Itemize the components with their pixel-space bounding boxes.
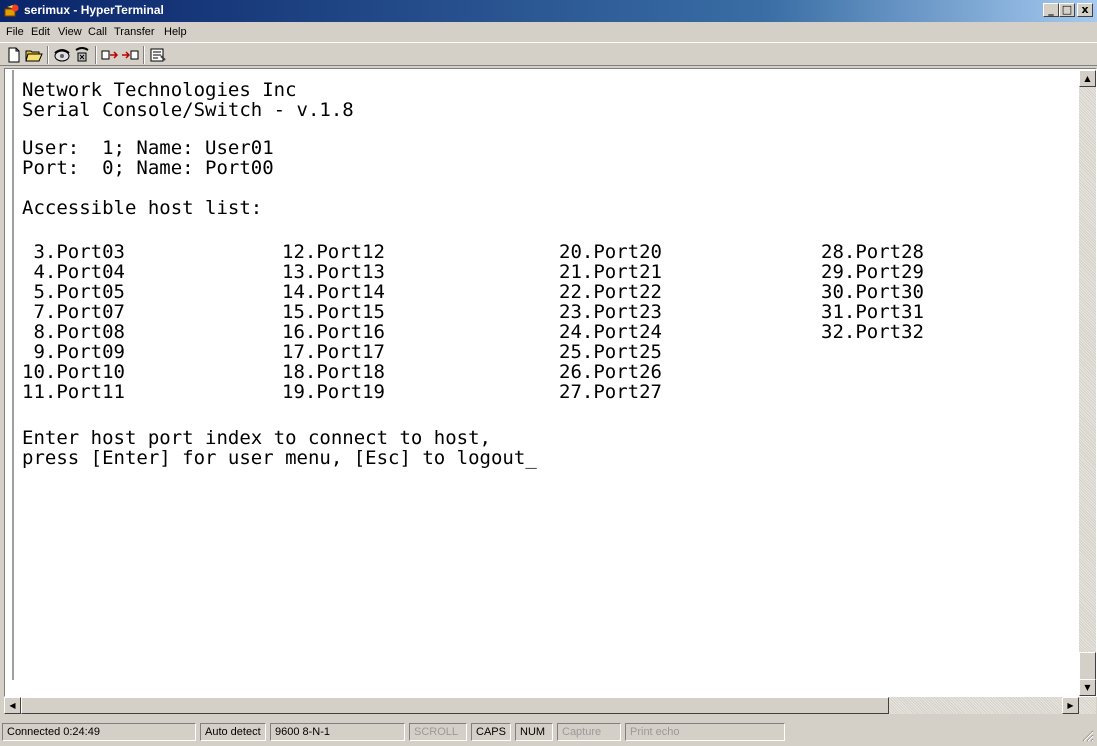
menu-edit[interactable]: Edit [31,26,50,38]
host-port-entry: 24.Port24 [559,321,662,343]
host-port-entry: 18.Port18 [282,361,385,383]
title-bar[interactable]: serimux - HyperTerminal _ □ x [0,0,1097,22]
detect-status: Auto detect [200,723,266,741]
hyperterminal-window: serimux - HyperTerminal _ □ x File Edit … [0,0,1097,746]
host-port-entry: 21.Port21 [559,261,662,283]
maximize-button[interactable]: □ [1059,3,1075,17]
print-echo-status: Print echo [625,723,785,741]
host-port-entry: 17.Port17 [282,341,385,363]
host-port-entry: 13.Port13 [282,261,385,283]
host-port-entry: 14.Port14 [282,281,385,303]
host-port-entry: 12.Port12 [282,241,385,263]
host-port-entry: 30.Port30 [821,281,924,303]
terminal-line: Serial Console/Switch - v.1.8 [22,99,354,121]
host-port-entry: 27.Port27 [559,381,662,403]
menu-file[interactable]: File [6,26,24,38]
menu-transfer[interactable]: Transfer [114,26,155,38]
toolbar-separator [95,46,97,64]
host-port-entry: 9.Port09 [22,341,125,363]
window-title: serimux - HyperTerminal [24,3,164,17]
caps-status: CAPS [471,723,511,741]
hyperterminal-app-icon[interactable] [4,3,20,19]
terminal-line: Network Technologies Inc [22,79,297,101]
toolbar-separator [143,46,145,64]
toolbar-separator [47,46,49,64]
host-port-entry: 7.Port07 [22,301,125,323]
send-icon[interactable] [100,46,120,64]
close-button[interactable]: x [1077,3,1093,17]
disconnect-icon[interactable] [72,46,92,64]
phone-icon[interactable] [52,46,72,64]
host-port-entry: 15.Port15 [282,301,385,323]
menu-view[interactable]: View [58,26,82,38]
host-port-entry: 8.Port08 [22,321,125,343]
scroll-up-button[interactable]: ▲ [1079,70,1096,87]
connection-status: Connected 0:24:49 [2,723,196,741]
open-icon[interactable] [24,46,44,64]
scroll-right-button[interactable]: ▶ [1062,697,1079,714]
new-connection-icon[interactable] [4,46,24,64]
horizontal-scroll-thumb[interactable] [21,697,889,714]
minimize-button[interactable]: _ [1043,3,1059,17]
host-port-entry: 22.Port22 [559,281,662,303]
host-port-entry: 11.Port11 [22,381,125,403]
vertical-scroll-thumb[interactable] [1079,652,1096,680]
terminal-screen[interactable]: Network Technologies Inc Serial Console/… [12,70,1079,680]
port-settings-status: 9600 8-N-1 [270,723,405,741]
host-port-entry: 5.Port05 [22,281,125,303]
terminal-line: Port: 0; Name: Port00 [22,157,274,179]
host-port-entry: 20.Port20 [559,241,662,263]
horizontal-scrollbar[interactable]: ◀ ▶ [4,697,1096,714]
scroll-down-button[interactable]: ▼ [1079,679,1096,696]
host-port-entry: 19.Port19 [282,381,385,403]
scroll-left-button[interactable]: ◀ [4,697,21,714]
prompt-line: press [Enter] for user menu, [Esc] to lo… [22,447,537,469]
host-port-entry: 25.Port25 [559,341,662,363]
host-port-entry: 16.Port16 [282,321,385,343]
host-port-entry: 32.Port32 [821,321,924,343]
vertical-scrollbar[interactable]: ▲ ▼ [1079,70,1096,696]
toolbar [0,42,1097,66]
host-port-entry: 10.Port10 [22,361,125,383]
properties-icon[interactable] [148,46,168,64]
capture-status: Capture [557,723,621,741]
prompt-line: Enter host port index to connect to host… [22,427,491,449]
scroll-status: SCROLL [409,723,467,741]
receive-icon[interactable] [120,46,140,64]
terminal-line: Accessible host list: [22,197,263,219]
host-port-entry: 23.Port23 [559,301,662,323]
menu-bar: File Edit View Call Transfer Help [0,22,1097,42]
host-port-entry: 28.Port28 [821,241,924,263]
host-port-entry: 26.Port26 [559,361,662,383]
resize-grip-icon[interactable] [1080,728,1094,742]
status-bar: Connected 0:24:49 Auto detect 9600 8-N-1… [0,720,1097,744]
host-port-entry: 29.Port29 [821,261,924,283]
menu-help[interactable]: Help [164,26,187,38]
num-status: NUM [515,723,553,741]
host-port-entry: 3.Port03 [22,241,125,263]
menu-call[interactable]: Call [88,26,107,38]
terminal-line: User: 1; Name: User01 [22,137,274,159]
host-port-entry: 31.Port31 [821,301,924,323]
host-port-entry: 4.Port04 [22,261,125,283]
